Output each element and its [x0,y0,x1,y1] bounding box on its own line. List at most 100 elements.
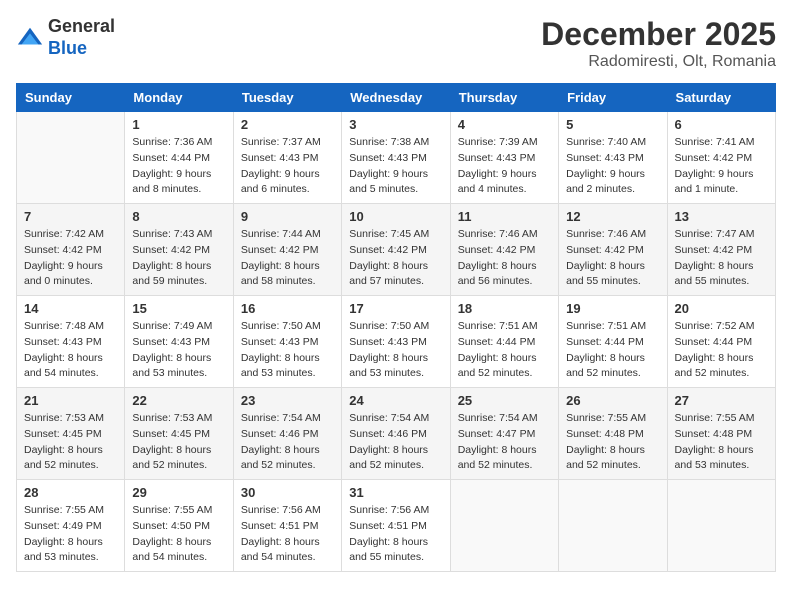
day-info: Sunrise: 7:56 AMSunset: 4:51 PMDaylight:… [349,503,442,566]
calendar-cell [667,480,775,572]
day-number: 25 [458,393,551,408]
calendar-cell: 9 Sunrise: 7:44 AMSunset: 4:42 PMDaylight… [233,204,341,296]
day-number: 10 [349,209,442,224]
calendar-table: SundayMondayTuesdayWednesdayThursdayFrid… [16,83,776,572]
calendar-cell: 25 Sunrise: 7:54 AMSunset: 4:47 PMDayligh… [450,388,558,480]
month-title: December 2025 [541,16,776,53]
logo: General Blue [16,16,115,59]
day-info: Sunrise: 7:51 AMSunset: 4:44 PMDaylight:… [458,319,551,382]
calendar-header-friday: Friday [559,84,667,112]
calendar-cell: 29Sunrise: 7:55 AMSunset: 4:50 PMDayligh… [125,480,233,572]
calendar-cell: 7 Sunrise: 7:42 AMSunset: 4:42 PMDaylight… [17,204,125,296]
calendar-cell: 2 Sunrise: 7:37 AMSunset: 4:43 PMDaylight… [233,112,341,204]
day-number: 27 [675,393,768,408]
day-number: 5 [566,117,659,132]
calendar-cell: 20 Sunrise: 7:52 AMSunset: 4:44 PMDayligh… [667,296,775,388]
day-info: Sunrise: 7:38 AMSunset: 4:43 PMDaylight:… [349,135,442,198]
calendar-cell [17,112,125,204]
calendar-cell: 3 Sunrise: 7:38 AMSunset: 4:43 PMDaylight… [342,112,450,204]
calendar-week-row: 1 Sunrise: 7:36 AMSunset: 4:44 PMDaylight… [17,112,776,204]
calendar-cell: 15Sunrise: 7:49 AMSunset: 4:43 PMDayligh… [125,296,233,388]
day-info: Sunrise: 7:47 AMSunset: 4:42 PMDaylight:… [675,227,768,290]
day-number: 3 [349,117,442,132]
day-number: 30 [241,485,334,500]
day-info: Sunrise: 7:42 AMSunset: 4:42 PMDaylight:… [24,227,117,290]
calendar-cell: 19Sunrise: 7:51 AMSunset: 4:44 PMDayligh… [559,296,667,388]
day-info: Sunrise: 7:41 AMSunset: 4:42 PMDaylight:… [675,135,768,198]
calendar-cell: 16Sunrise: 7:50 AMSunset: 4:43 PMDayligh… [233,296,341,388]
day-number: 22 [132,393,225,408]
day-number: 21 [24,393,117,408]
day-number: 1 [132,117,225,132]
calendar-cell: 11 Sunrise: 7:46 AMSunset: 4:42 PMDayligh… [450,204,558,296]
logo-icon [16,24,44,52]
logo-general: General [48,16,115,38]
calendar-week-row: 21 Sunrise: 7:53 AMSunset: 4:45 PMDayligh… [17,388,776,480]
day-number: 13 [675,209,768,224]
day-info: Sunrise: 7:44 AMSunset: 4:42 PMDaylight:… [241,227,334,290]
calendar-cell: 31 Sunrise: 7:56 AMSunset: 4:51 PMDayligh… [342,480,450,572]
day-info: Sunrise: 7:48 AMSunset: 4:43 PMDaylight:… [24,319,117,382]
calendar-header-tuesday: Tuesday [233,84,341,112]
day-info: Sunrise: 7:51 AMSunset: 4:44 PMDaylight:… [566,319,659,382]
calendar-cell: 5Sunrise: 7:40 AMSunset: 4:43 PMDaylight… [559,112,667,204]
logo-blue: Blue [48,38,115,60]
day-info: Sunrise: 7:54 AMSunset: 4:47 PMDaylight:… [458,411,551,474]
day-info: Sunrise: 7:54 AMSunset: 4:46 PMDaylight:… [349,411,442,474]
day-info: Sunrise: 7:53 AMSunset: 4:45 PMDaylight:… [24,411,117,474]
calendar-cell: 28 Sunrise: 7:55 AMSunset: 4:49 PMDayligh… [17,480,125,572]
day-info: Sunrise: 7:54 AMSunset: 4:46 PMDaylight:… [241,411,334,474]
day-info: Sunrise: 7:46 AMSunset: 4:42 PMDaylight:… [566,227,659,290]
calendar-header-thursday: Thursday [450,84,558,112]
day-info: Sunrise: 7:39 AMSunset: 4:43 PMDaylight:… [458,135,551,198]
day-number: 28 [24,485,117,500]
page-header: General Blue December 2025 Radomiresti, … [16,16,776,71]
day-number: 23 [241,393,334,408]
calendar-cell: 18 Sunrise: 7:51 AMSunset: 4:44 PMDayligh… [450,296,558,388]
day-info: Sunrise: 7:36 AMSunset: 4:44 PMDaylight:… [132,135,225,198]
day-number: 2 [241,117,334,132]
calendar-header-wednesday: Wednesday [342,84,450,112]
calendar-header-saturday: Saturday [667,84,775,112]
day-number: 18 [458,301,551,316]
day-number: 20 [675,301,768,316]
calendar-header-monday: Monday [125,84,233,112]
calendar-cell: 30 Sunrise: 7:56 AMSunset: 4:51 PMDayligh… [233,480,341,572]
day-info: Sunrise: 7:56 AMSunset: 4:51 PMDaylight:… [241,503,334,566]
day-info: Sunrise: 7:37 AMSunset: 4:43 PMDaylight:… [241,135,334,198]
calendar-cell: 24Sunrise: 7:54 AMSunset: 4:46 PMDayligh… [342,388,450,480]
day-info: Sunrise: 7:52 AMSunset: 4:44 PMDaylight:… [675,319,768,382]
day-number: 26 [566,393,659,408]
day-number: 17 [349,301,442,316]
calendar-cell: 6Sunrise: 7:41 AMSunset: 4:42 PMDaylight… [667,112,775,204]
day-info: Sunrise: 7:53 AMSunset: 4:45 PMDaylight:… [132,411,225,474]
calendar-header-sunday: Sunday [17,84,125,112]
day-number: 16 [241,301,334,316]
calendar-cell: 26 Sunrise: 7:55 AMSunset: 4:48 PMDayligh… [559,388,667,480]
day-number: 8 [132,209,225,224]
day-number: 9 [241,209,334,224]
day-info: Sunrise: 7:49 AMSunset: 4:43 PMDaylight:… [132,319,225,382]
day-info: Sunrise: 7:50 AMSunset: 4:43 PMDaylight:… [349,319,442,382]
day-number: 31 [349,485,442,500]
day-number: 4 [458,117,551,132]
day-info: Sunrise: 7:55 AMSunset: 4:48 PMDaylight:… [675,411,768,474]
calendar-cell: 12Sunrise: 7:46 AMSunset: 4:42 PMDayligh… [559,204,667,296]
calendar-cell: 23 Sunrise: 7:54 AMSunset: 4:46 PMDayligh… [233,388,341,480]
calendar-cell: 22 Sunrise: 7:53 AMSunset: 4:45 PMDayligh… [125,388,233,480]
day-info: Sunrise: 7:46 AMSunset: 4:42 PMDaylight:… [458,227,551,290]
logo-text: General Blue [48,16,115,59]
day-number: 11 [458,209,551,224]
day-info: Sunrise: 7:45 AMSunset: 4:42 PMDaylight:… [349,227,442,290]
calendar-cell [559,480,667,572]
day-info: Sunrise: 7:55 AMSunset: 4:49 PMDaylight:… [24,503,117,566]
calendar-week-row: 14Sunrise: 7:48 AMSunset: 4:43 PMDayligh… [17,296,776,388]
calendar-cell: 10 Sunrise: 7:45 AMSunset: 4:42 PMDayligh… [342,204,450,296]
day-number: 29 [132,485,225,500]
calendar-header-row: SundayMondayTuesdayWednesdayThursdayFrid… [17,84,776,112]
day-number: 7 [24,209,117,224]
day-info: Sunrise: 7:55 AMSunset: 4:48 PMDaylight:… [566,411,659,474]
calendar-cell: 17 Sunrise: 7:50 AMSunset: 4:43 PMDayligh… [342,296,450,388]
title-section: December 2025 Radomiresti, Olt, Romania [541,16,776,71]
location: Radomiresti, Olt, Romania [541,53,776,71]
